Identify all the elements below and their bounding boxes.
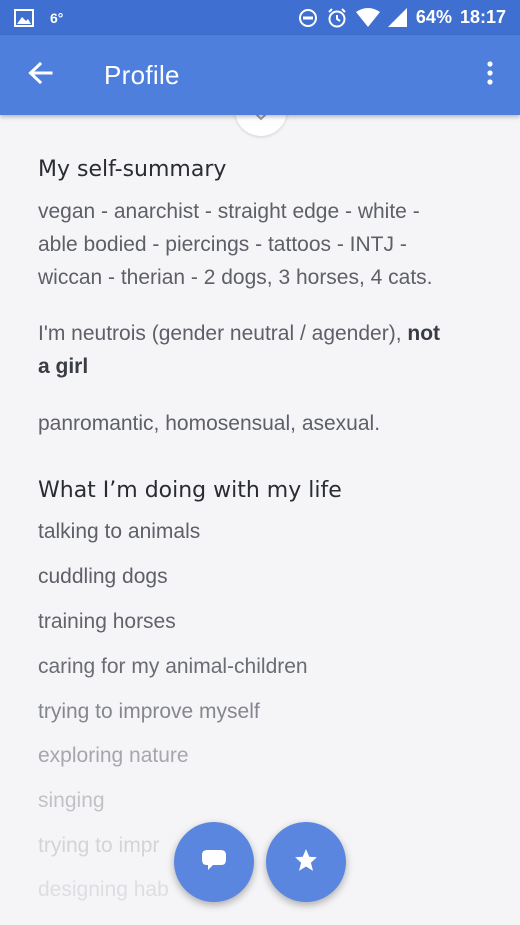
gallery-icon bbox=[14, 8, 34, 27]
summary-line: vegan - anarchist - straight edge - whit… bbox=[38, 200, 420, 223]
list-item: trying to improve myself bbox=[38, 700, 260, 723]
list-item: singing bbox=[38, 789, 105, 812]
life-heading: What I’m doing with my life bbox=[38, 478, 342, 503]
list-item: exploring nature bbox=[38, 744, 189, 767]
temperature-text: 6° bbox=[50, 9, 64, 26]
summary-line: able bodied - piercings - tattoos - INTJ… bbox=[38, 233, 407, 256]
message-button[interactable] bbox=[174, 822, 254, 902]
chat-bubble-icon bbox=[201, 848, 227, 877]
list-item: talking to animals bbox=[38, 520, 201, 543]
signal-icon bbox=[387, 7, 408, 28]
list-item: trying to impr bbox=[38, 834, 160, 857]
app-toolbar: Profile bbox=[0, 35, 520, 115]
more-vert-icon bbox=[487, 60, 493, 90]
list-item: training horses bbox=[38, 610, 176, 633]
star-icon bbox=[293, 847, 319, 878]
battery-percent: 64% bbox=[415, 7, 452, 27]
alarm-icon bbox=[326, 7, 348, 29]
gender-bold: a girl bbox=[38, 355, 89, 378]
list-item: cuddling dogs bbox=[38, 565, 168, 588]
self-summary-text: vegan - anarchist - straight edge - whit… bbox=[38, 195, 488, 294]
self-summary-heading: My self-summary bbox=[38, 157, 227, 182]
summary-line: wiccan - therian - 2 dogs, 3 horses, 4 c… bbox=[38, 266, 433, 289]
page-title: Profile bbox=[104, 59, 180, 90]
list-item: designing hab bbox=[38, 878, 169, 901]
clock: 18:17 bbox=[459, 7, 506, 27]
status-bar: 6° 64% 18:17 bbox=[0, 0, 520, 35]
do-not-disturb-icon bbox=[298, 8, 318, 28]
orientation-text: panromantic, homosensual, asexual. bbox=[38, 412, 381, 435]
favorite-button[interactable] bbox=[266, 822, 346, 902]
gender-bold: not bbox=[407, 322, 441, 345]
overflow-menu-button[interactable] bbox=[460, 35, 520, 115]
gender-text: I'm neutrois (gender neutral / agender),… bbox=[38, 317, 488, 383]
gender-line: I'm neutrois (gender neutral / agender), bbox=[38, 322, 402, 345]
back-button[interactable] bbox=[0, 35, 80, 115]
arrow-back-icon bbox=[27, 61, 53, 90]
wifi-icon bbox=[355, 7, 380, 28]
list-item: caring for my animal-children bbox=[38, 655, 308, 678]
